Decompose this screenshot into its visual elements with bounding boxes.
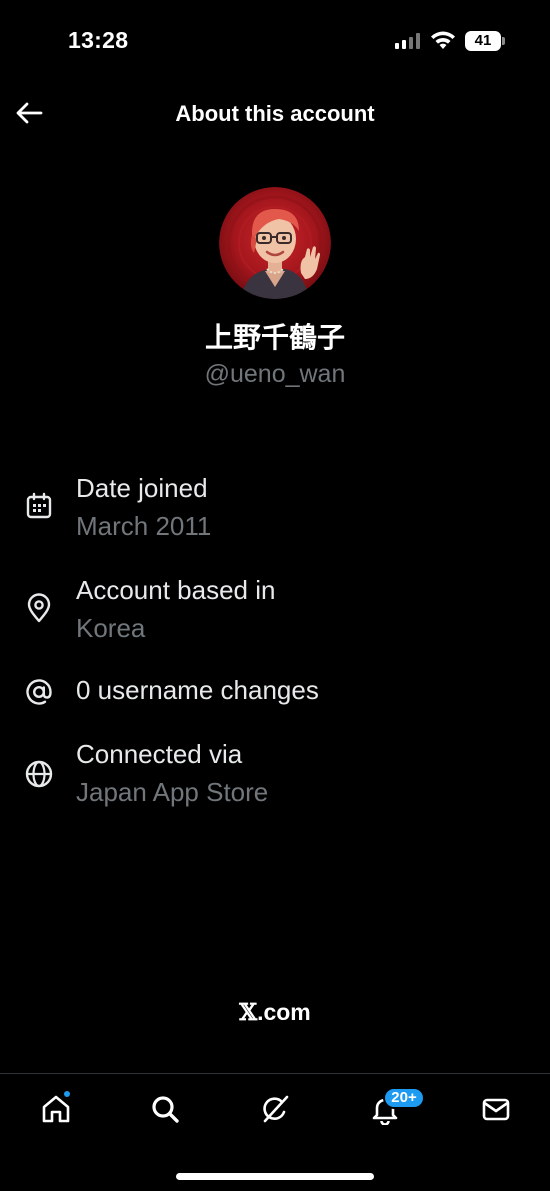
header: About this account — [0, 80, 550, 146]
globe-icon — [24, 759, 54, 789]
info-row-connected-via: Connected via Japan App Store — [0, 736, 550, 816]
info-title: 0 username changes — [76, 675, 319, 705]
info-row-account-based-in: Account based in Korea — [0, 572, 550, 652]
status-bar: 13:28 41 — [0, 0, 550, 80]
status-time: 13:28 — [68, 27, 129, 53]
x-logo: 𝕏 — [239, 999, 258, 1026]
x-com-domain: .com — [257, 999, 311, 1025]
wifi-icon — [431, 31, 455, 49]
info-value: March 2011 — [76, 511, 212, 541]
info-row-username-changes: 0 username changes — [0, 674, 550, 714]
battery-level: 41 — [465, 31, 501, 51]
info-row-date-joined: Date joined March 2011 — [0, 470, 550, 550]
messages-icon — [482, 1098, 510, 1121]
info-value: Japan App Store — [76, 777, 269, 807]
screen: 13:28 41 About this account 上野千鶴子 @ueno_… — [0, 0, 550, 1191]
nav-messages[interactable] — [476, 1089, 516, 1129]
home-unread-dot — [63, 1090, 71, 1098]
info-title: Date joined — [76, 473, 208, 503]
info-title: Connected via — [76, 739, 243, 769]
search-icon — [152, 1096, 179, 1123]
calendar-icon — [24, 491, 54, 521]
home-indicator[interactable] — [176, 1173, 374, 1180]
notifications-badge: 20+ — [383, 1087, 425, 1109]
cellular-signal-icon — [395, 33, 420, 49]
battery-cap — [502, 37, 505, 45]
avatar-image — [219, 187, 331, 299]
x-com-link[interactable]: 𝕏.com — [0, 999, 550, 1026]
user-handle: @ueno_wan — [204, 360, 346, 388]
grok-icon — [263, 1095, 289, 1123]
at-sign-icon — [24, 677, 54, 707]
page-title: About this account — [175, 101, 375, 126]
avatar — [219, 187, 331, 299]
location-pin-icon — [24, 593, 54, 623]
info-title: Account based in — [76, 575, 276, 605]
display-name: 上野千鶴子 — [204, 322, 345, 353]
nav-grok[interactable] — [255, 1089, 295, 1129]
info-value: Korea — [76, 613, 146, 643]
battery-icon: 41 — [465, 31, 505, 51]
nav-search[interactable] — [145, 1089, 185, 1129]
